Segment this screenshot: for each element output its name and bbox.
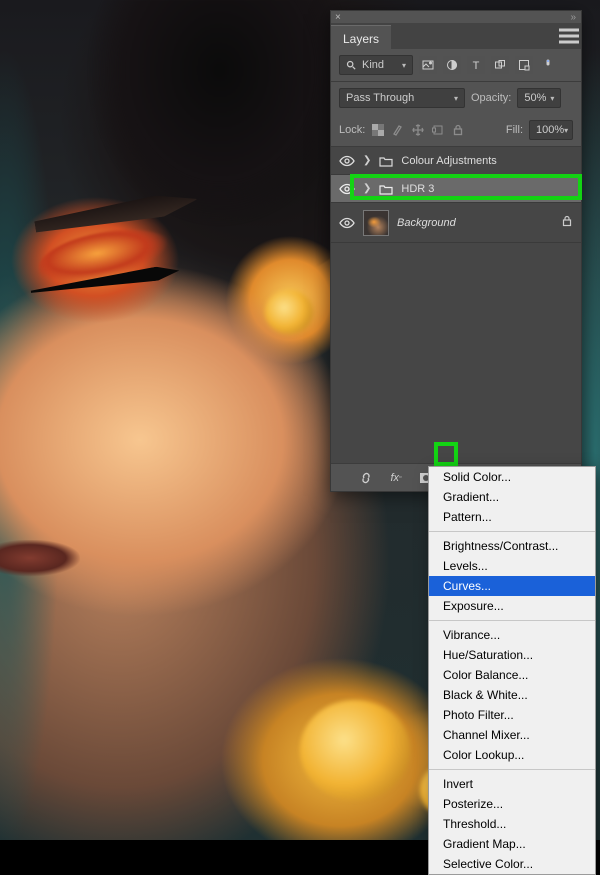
filter-type-icon[interactable]: T xyxy=(467,56,485,74)
chevron-down-icon: ▾ xyxy=(454,94,458,103)
blend-mode-select[interactable]: Pass Through ▾ xyxy=(339,88,465,108)
panel-menu-icon[interactable] xyxy=(557,23,581,49)
layers-panel: × » Layers Kind ▾ T Pass Through ▾ Opaci… xyxy=(330,10,582,492)
layer-row[interactable]: Background xyxy=(331,203,581,243)
menu-item[interactable]: Solid Color... xyxy=(429,467,595,487)
menu-separator xyxy=(429,769,595,770)
filter-pixel-icon[interactable] xyxy=(419,56,437,74)
menu-item[interactable]: Photo Filter... xyxy=(429,705,595,725)
fill-label: Fill: xyxy=(506,124,523,136)
menu-item[interactable]: Gradient... xyxy=(429,487,595,507)
fill-select[interactable]: 100% ▾ xyxy=(529,120,573,140)
blend-mode-value: Pass Through xyxy=(346,92,414,104)
layer-thumbnail xyxy=(363,210,389,236)
visibility-toggle[interactable] xyxy=(339,215,355,231)
menu-item[interactable]: Posterize... xyxy=(429,794,595,814)
adjustment-layer-menu: Solid Color...Gradient...Pattern... Brigh… xyxy=(428,466,596,875)
svg-text:T: T xyxy=(473,60,480,71)
layers-list: ❯ Colour Adjustments ❯ HDR 3 Background xyxy=(331,147,581,245)
photo-lips xyxy=(0,540,80,578)
disclosure-icon[interactable]: ❯ xyxy=(363,155,371,166)
menu-item[interactable]: Exposure... xyxy=(429,596,595,616)
filter-kind-label: Kind xyxy=(362,59,384,71)
lock-transparency-icon[interactable] xyxy=(371,123,385,137)
lock-row: Lock: Fill: 100% ▾ xyxy=(331,114,581,146)
disclosure-icon[interactable]: ❯ xyxy=(363,183,371,194)
link-layers-icon[interactable] xyxy=(357,469,375,487)
menu-separator xyxy=(429,620,595,621)
chevron-down-icon: ▾ xyxy=(402,61,406,70)
menu-item[interactable]: Channel Mixer... xyxy=(429,725,595,745)
menu-item[interactable]: Selective Color... xyxy=(429,854,595,874)
opacity-label: Opacity: xyxy=(471,92,511,104)
photo-flower xyxy=(300,700,410,800)
filter-shape-icon[interactable] xyxy=(491,56,509,74)
lock-position-icon[interactable] xyxy=(411,123,425,137)
lock-artboard-icon[interactable] xyxy=(431,123,445,137)
menu-item[interactable]: Curves... xyxy=(429,576,595,596)
visibility-toggle[interactable] xyxy=(339,153,355,169)
tab-layers[interactable]: Layers xyxy=(331,25,391,49)
folder-icon xyxy=(379,155,393,167)
menu-separator xyxy=(429,531,595,532)
visibility-toggle[interactable] xyxy=(339,181,355,197)
photo-flower xyxy=(265,290,313,334)
menu-item[interactable]: Color Lookup... xyxy=(429,745,595,765)
menu-item[interactable]: Levels... xyxy=(429,556,595,576)
panel-tabs: Layers xyxy=(331,23,581,49)
menu-item[interactable]: Hue/Saturation... xyxy=(429,645,595,665)
menu-item[interactable]: Color Balance... xyxy=(429,665,595,685)
chevron-down-icon: ▾ xyxy=(550,94,554,103)
layer-fx-icon[interactable]: fx▫ xyxy=(387,469,405,487)
layer-row[interactable]: ❯ Colour Adjustments xyxy=(331,147,581,175)
menu-item[interactable]: Invert xyxy=(429,774,595,794)
folder-icon xyxy=(379,183,393,195)
layer-name: HDR 3 xyxy=(401,183,434,195)
close-icon[interactable]: × xyxy=(335,12,341,23)
lock-pixels-icon[interactable] xyxy=(391,123,405,137)
chevron-down-icon: ▾ xyxy=(564,126,568,135)
fill-value: 100% xyxy=(536,124,564,136)
menu-item[interactable]: Vibrance... xyxy=(429,625,595,645)
opacity-select[interactable]: 50% ▾ xyxy=(517,88,561,108)
collapse-icon[interactable]: » xyxy=(570,12,577,23)
layer-name: Colour Adjustments xyxy=(401,155,496,167)
menu-item[interactable]: Threshold... xyxy=(429,814,595,834)
lock-icon xyxy=(561,215,573,230)
lock-label: Lock: xyxy=(339,124,365,136)
filter-toggle-icon[interactable] xyxy=(539,56,557,74)
panel-titlebar: × » xyxy=(331,11,581,23)
opacity-value: 50% xyxy=(524,92,546,104)
filter-kind-select[interactable]: Kind ▾ xyxy=(339,55,413,75)
menu-item[interactable]: Brightness/Contrast... xyxy=(429,536,595,556)
menu-item[interactable]: Pattern... xyxy=(429,507,595,527)
blend-row: Pass Through ▾ Opacity: 50% ▾ xyxy=(331,82,581,114)
menu-item[interactable]: Gradient Map... xyxy=(429,834,595,854)
layer-name: Background xyxy=(397,217,456,229)
search-icon xyxy=(346,60,356,70)
filter-smartobject-icon[interactable] xyxy=(515,56,533,74)
panel-empty-area xyxy=(331,245,581,463)
layer-row[interactable]: ❯ HDR 3 xyxy=(331,175,581,203)
filter-row: Kind ▾ T xyxy=(331,49,581,81)
filter-adjustment-icon[interactable] xyxy=(443,56,461,74)
menu-item[interactable]: Black & White... xyxy=(429,685,595,705)
lock-all-icon[interactable] xyxy=(451,123,465,137)
